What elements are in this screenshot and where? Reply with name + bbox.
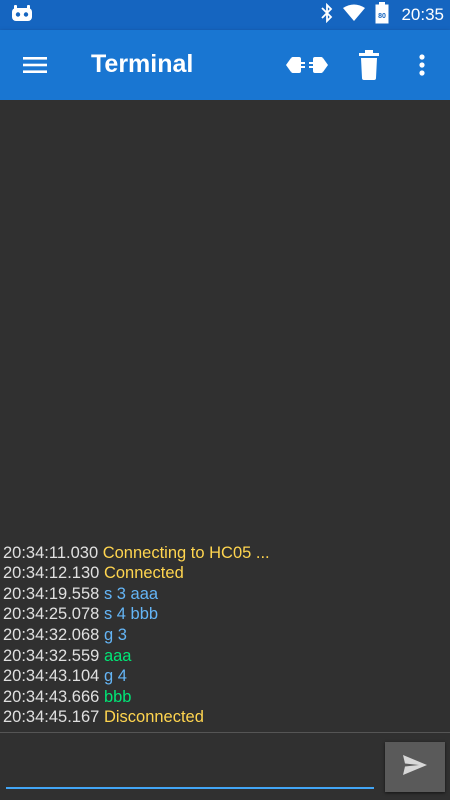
line-message: s 4 bbb (103, 605, 159, 624)
overflow-icon[interactable] (410, 50, 434, 80)
line-message: g 4 (103, 667, 127, 686)
line-message: Connected (103, 564, 184, 583)
terminal-line: 20:34:43.666 bbb (3, 687, 450, 708)
battery-icon: 80 (375, 1, 389, 29)
input-underline (6, 787, 374, 789)
input-area (0, 733, 380, 800)
send-icon (402, 754, 428, 781)
page-title: Terminal (91, 50, 194, 78)
terminal-line: 20:34:32.559 aaa (3, 646, 450, 667)
menu-icon[interactable] (17, 50, 53, 80)
terminal-line: 20:34:19.558 s 3 aaa (3, 584, 450, 605)
line-timestamp: 20:34:32.068 (3, 626, 100, 645)
line-timestamp: 20:34:11.030 (3, 543, 99, 562)
app-bar: Terminal (0, 30, 450, 100)
line-timestamp: 20:34:12.130 (3, 564, 100, 583)
message-input[interactable] (6, 743, 378, 789)
line-timestamp: 20:34:45.167 (3, 708, 100, 727)
terminal-lines: 20:34:11.030 Connecting to HC05 ... 20:34… (3, 543, 450, 728)
connect-icon[interactable] (284, 50, 330, 80)
status-clock: 20:35 (401, 5, 444, 24)
line-timestamp: 20:34:43.666 (3, 687, 100, 706)
line-timestamp: 20:34:19.558 (3, 584, 100, 603)
line-message: Disconnected (103, 708, 204, 727)
app-notification-icon (11, 5, 33, 28)
terminal-line: 20:34:32.068 g 3 (3, 625, 450, 646)
terminal-line: 20:34:11.030 Connecting to HC05 ... (3, 543, 450, 564)
terminal-line: 20:34:45.167 Disconnected (3, 707, 450, 728)
send-button[interactable] (385, 742, 445, 792)
terminal-line: 20:34:12.130 Connected (3, 563, 450, 584)
terminal-line: 20:34:25.078 s 4 bbb (3, 604, 450, 625)
wifi-icon (343, 4, 366, 27)
line-message: Connecting to HC05 ... (102, 543, 270, 562)
delete-icon[interactable] (355, 48, 383, 82)
terminal-output[interactable]: 20:34:11.030 Connecting to HC05 ... 20:34… (0, 100, 450, 730)
line-message: bbb (103, 687, 132, 706)
line-timestamp: 20:34:43.104 (3, 667, 100, 686)
line-timestamp: 20:34:25.078 (3, 605, 100, 624)
svg-text:80: 80 (379, 13, 387, 20)
line-timestamp: 20:34:32.559 (3, 646, 100, 665)
bluetooth-icon (321, 2, 333, 28)
terminal-line: 20:34:43.104 g 4 (3, 666, 450, 687)
line-message: aaa (103, 646, 132, 665)
status-bar: 80 20:35 (0, 0, 450, 30)
line-message: s 3 aaa (103, 584, 159, 603)
line-message: g 3 (103, 626, 127, 645)
